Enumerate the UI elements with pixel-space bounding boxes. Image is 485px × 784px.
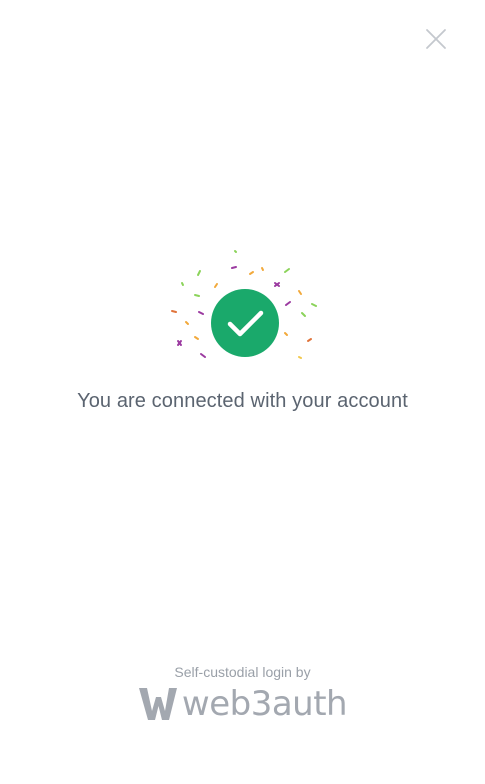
web3auth-logo-icon <box>138 688 177 720</box>
close-button[interactable] <box>424 27 448 51</box>
check-circle-icon <box>211 289 279 357</box>
success-illustration <box>160 245 330 365</box>
close-icon <box>426 29 446 49</box>
brand-link[interactable]: web3auth <box>138 684 348 724</box>
success-message: You are connected with your account <box>77 390 408 412</box>
footer: Self-custodial login by web3auth <box>0 663 485 726</box>
brand-name: web3auth <box>181 684 348 724</box>
footer-caption: Self-custodial login by <box>174 664 311 680</box>
